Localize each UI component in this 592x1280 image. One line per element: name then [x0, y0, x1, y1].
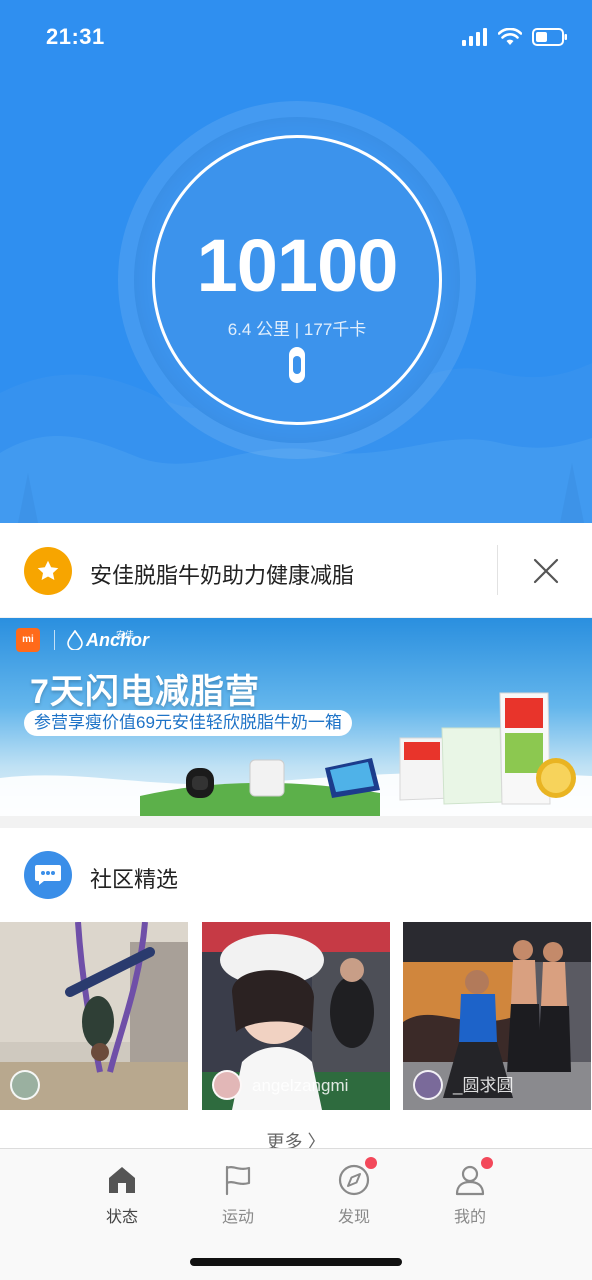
banner-subtitle: 参营享瘦价值69元安佳轻欣脱脂牛奶一箱: [24, 710, 352, 736]
compass-icon: [337, 1157, 377, 1197]
status-icons: [462, 26, 568, 48]
tab-status[interactable]: 状态: [82, 1163, 162, 1233]
section-title: 社区精选: [90, 867, 179, 892]
anchor-drop-icon: [67, 630, 83, 650]
tab-label: 我的: [453, 1209, 486, 1226]
status-bar: 21:31: [0, 0, 592, 80]
divider: [497, 545, 498, 595]
star-icon: [24, 547, 72, 595]
banner-title: 7天闪电减脂营: [30, 673, 260, 711]
step-ring[interactable]: 10100 6.4 公里 | 177千卡: [118, 101, 476, 459]
tab-label: 发现: [337, 1209, 370, 1226]
home-indicator[interactable]: [190, 1258, 402, 1266]
post-username: angelzangmi: [252, 1076, 349, 1095]
notification-badge: [481, 1157, 493, 1169]
chat-bubble-icon: [24, 851, 72, 899]
post-username: _圆求圆: [453, 1076, 514, 1095]
avatar: [212, 1070, 242, 1100]
brand-logo-cn: 安佳: [116, 630, 135, 640]
tab-profile[interactable]: 我的: [430, 1157, 510, 1233]
avatar: [10, 1070, 40, 1100]
wifi-icon: [498, 28, 522, 45]
band-icon: [289, 347, 305, 383]
hero-panel: 21:31 10100 6.4 公里 | 177千卡: [0, 0, 592, 523]
close-icon[interactable]: [528, 553, 564, 589]
tab-discover[interactable]: 发现: [314, 1157, 394, 1233]
status-time: 21:31: [46, 24, 105, 49]
mi-logo: mi: [16, 628, 40, 652]
promo-row[interactable]: 安佳脱脂牛奶助力健康减脂: [0, 523, 592, 617]
tab-label: 运动: [221, 1209, 254, 1226]
distance-calories: 6.4 公里 | 177千卡: [227, 320, 367, 339]
person-icon: [453, 1157, 493, 1197]
promo-banner[interactable]: mi Anchor 安佳 7天闪电减脂营 参营享瘦价值69元安佳轻欣脱脂牛奶一箱: [0, 618, 592, 816]
flag-icon: [221, 1163, 255, 1197]
post-card[interactable]: [0, 922, 188, 1110]
battery-icon: [532, 28, 567, 46]
avatar: [413, 1070, 443, 1100]
notification-badge: [365, 1157, 377, 1169]
community-section: 社区精选 angelzangmi _圆求圆 更多 〉: [0, 828, 592, 1152]
home-icon: [105, 1163, 139, 1197]
post-card[interactable]: angelzangmi: [202, 922, 390, 1110]
promo-title: 安佳脱脂牛奶助力健康减脂: [90, 563, 355, 588]
tab-workout[interactable]: 运动: [198, 1163, 278, 1233]
step-count: 10100: [196, 224, 399, 307]
photo-carousel[interactable]: angelzangmi _圆求圆: [0, 922, 592, 1112]
post-card[interactable]: _圆求圆: [403, 922, 591, 1110]
signal-icon: [462, 28, 487, 46]
logo-divider: [54, 630, 55, 650]
section-gap: [0, 816, 592, 828]
tab-label: 状态: [105, 1209, 138, 1226]
